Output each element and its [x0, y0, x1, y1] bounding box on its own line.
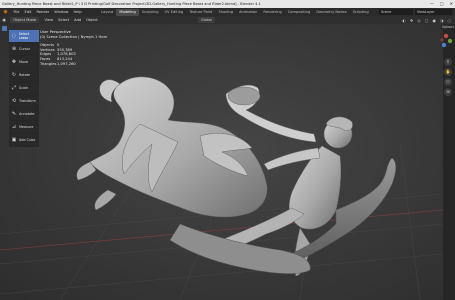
menu-view[interactable]: View [42, 18, 56, 22]
grid-view-icon[interactable]: ⊞ [444, 88, 452, 96]
window-titlebar: Gallery_Hunting Piece Beast and Rider2_P… [0, 0, 455, 8]
lasso-icon: ◌ [11, 33, 17, 39]
shading-rendered-icon[interactable]: ○ [448, 18, 452, 23]
tool-label: Transform [19, 99, 36, 103]
stat-triangles: Triangles 1,097,260 [40, 62, 107, 67]
maximize-button[interactable]: □ [440, 0, 444, 8]
tab-animation[interactable]: Animation [236, 9, 260, 16]
tool-transform[interactable]: ⟲ Transform [9, 95, 39, 108]
gizmo-y-axis [447, 38, 453, 44]
shading-solid-icon[interactable]: ● [433, 18, 437, 23]
pan-hand-icon[interactable]: ✋ [444, 68, 452, 76]
stat-label: Triangles [40, 61, 57, 66]
tab-scripting[interactable]: Scripting [350, 9, 372, 16]
mode-selector[interactable]: Object Mode [10, 17, 40, 23]
zoom-icon[interactable]: ⚲ [444, 58, 452, 66]
header-right-icons: ◐ ✥ ◎ ▢ ● ◑ ○ [402, 16, 451, 24]
3d-viewport[interactable]: User Perspective (0) Scene Collection | … [0, 24, 443, 300]
tool-scale[interactable]: ⤢ Scale [9, 82, 39, 95]
scene-selector[interactable]: Scene [379, 9, 413, 15]
tab-texture-paint[interactable]: Texture Paint [186, 9, 215, 16]
options-button[interactable]: Options [440, 25, 455, 29]
rotate-icon: ↻ [11, 72, 17, 78]
view-layer-selector[interactable]: ViewLayer [415, 9, 452, 15]
close-button[interactable]: ✕ [450, 0, 453, 8]
menu-edit[interactable]: Edit [22, 10, 34, 14]
tab-sculpting[interactable]: Sculpting [139, 9, 162, 16]
menu-object[interactable]: Object [84, 18, 101, 22]
tab-rendering[interactable]: Rendering [260, 9, 284, 16]
minimize-button[interactable]: — [430, 0, 434, 8]
camera-icon[interactable]: ⎔ [444, 78, 452, 86]
tab-shading[interactable]: Shading [215, 9, 236, 16]
window-title: Gallery_Hunting Piece Beast and Rider2_P… [2, 2, 261, 6]
tool-label: Scale [19, 86, 29, 90]
move-icon: ✥ [11, 59, 17, 65]
transform-icon: ⟲ [11, 98, 17, 104]
tool-label: Select Lasso [18, 32, 30, 40]
toolbar-column [2, 26, 7, 31]
tool-shelf: ◌ Select Lasso ⊕ Cursor ✥ Move ↻ Rotate … [9, 30, 39, 147]
tool-label: Rotate [19, 73, 31, 77]
tab-geometry-nodes[interactable]: Geometry Nodes [313, 9, 349, 16]
tool-annotate[interactable]: ✎ Annotate [9, 108, 39, 121]
menu-file[interactable]: File [11, 10, 22, 14]
tool-label: Annotate [19, 112, 35, 116]
overlay-icon[interactable]: ◎ [417, 18, 421, 23]
window-controls: — □ ✕ [430, 0, 453, 8]
tab-modeling[interactable]: Modeling [116, 8, 139, 16]
tab-uv-editing[interactable]: UV Editing [162, 9, 187, 16]
gizmo-x-axis [443, 33, 449, 39]
visibility-icon[interactable]: ◐ [402, 18, 406, 23]
measure-icon: ⊿ [11, 124, 17, 130]
tab-layout[interactable]: Layout [98, 9, 116, 16]
top-menubar: ◉ File Edit Render Window Help Layout Mo… [0, 8, 455, 16]
gizmo-neg-x-axis [440, 38, 444, 42]
tab-compositing[interactable]: Compositing [285, 9, 314, 16]
blender-logo-icon[interactable]: ◉ [2, 9, 9, 15]
tool-move[interactable]: ✥ Move [9, 56, 39, 69]
tool-measure[interactable]: ⊿ Measure [9, 121, 39, 134]
menu-help[interactable]: Help [71, 10, 84, 14]
xray-icon[interactable]: ▢ [425, 18, 429, 23]
tool-add-cube[interactable]: ▣ Add Cube [9, 134, 39, 147]
tool-label: Measure [19, 125, 34, 129]
menu-add[interactable]: Add [72, 18, 84, 22]
gizmo-icon[interactable]: ✥ [410, 18, 413, 23]
editor-type-icon[interactable]: ▣ [0, 18, 8, 22]
tool-label: Cursor [19, 47, 31, 51]
transform-orientation-selector[interactable]: Global [198, 17, 215, 23]
collection-name: (0) Scene Collection | Nymph 1 Horn [40, 34, 108, 39]
gizmo-z-axis [441, 42, 447, 48]
select-mode-icon[interactable] [2, 26, 7, 31]
tool-label: Move [19, 60, 29, 64]
menu-select[interactable]: Select [56, 18, 72, 22]
tool-select-lasso[interactable]: ◌ Select Lasso [9, 30, 39, 43]
cursor-icon: ⊕ [11, 46, 17, 52]
menu-window[interactable]: Window [52, 10, 71, 14]
stat-value: 1,097,260 [57, 61, 76, 66]
annotate-icon: ✎ [11, 111, 17, 117]
navigation-gizmo[interactable] [439, 32, 453, 52]
menu-render[interactable]: Render [34, 10, 52, 14]
tool-label: Add Cube [19, 138, 36, 142]
add-cube-icon: ▣ [11, 137, 17, 143]
viewport-overlay-text: User Perspective (0) Scene Collection | … [40, 30, 107, 66]
shading-material-icon[interactable]: ◑ [440, 18, 444, 23]
scale-icon: ⤢ [11, 85, 16, 91]
tool-rotate[interactable]: ↻ Rotate [9, 69, 39, 82]
viewport-header: ▣ Object Mode View Select Add Object Glo… [0, 16, 455, 24]
tool-cursor[interactable]: ⊕ Cursor [9, 43, 39, 56]
